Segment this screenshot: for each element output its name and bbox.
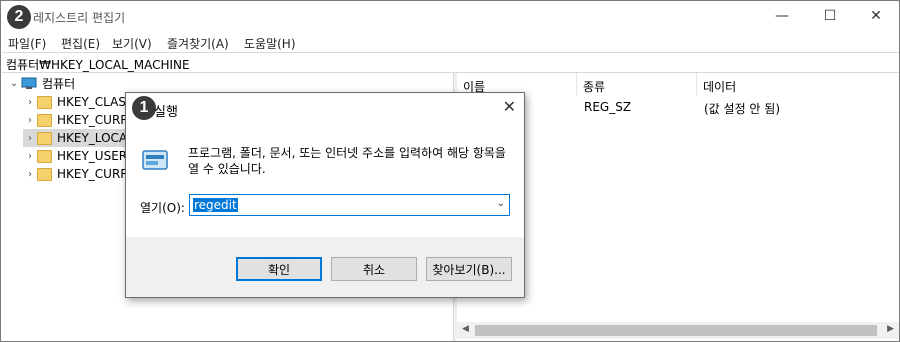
value-data[interactable]: (값 설정 안 됨) (704, 100, 780, 117)
value-type[interactable]: REG_SZ (584, 100, 631, 114)
tree-item-hkey-local-machine[interactable]: › HKEY_LOCA (23, 129, 128, 147)
folder-icon (37, 95, 52, 109)
horizontal-scrollbar[interactable]: ◀ ▶ (457, 322, 899, 339)
folder-icon (37, 149, 52, 163)
run-icon (142, 150, 168, 170)
chevron-right-icon[interactable]: › (23, 97, 37, 108)
folder-icon (37, 167, 52, 181)
dialog-title-bar[interactable]: 1 실행 ✕ (126, 93, 524, 123)
menu-file[interactable]: 파일(F) (8, 35, 46, 52)
open-combobox[interactable]: regedit ⌄ (189, 194, 510, 216)
tree-item-hkey-current-user[interactable]: › HKEY_CURR (23, 111, 129, 129)
tree-item-hkey-classes[interactable]: › HKEY_CLASS (23, 93, 134, 111)
scroll-left-icon[interactable]: ◀ (462, 324, 469, 334)
chevron-down-icon[interactable]: ⌄ (7, 78, 21, 89)
ok-button[interactable]: 확인 (236, 257, 322, 281)
open-label: 열기(O): (140, 201, 185, 215)
column-header-type[interactable]: 종류 (577, 73, 697, 95)
folder-icon (37, 131, 52, 145)
menu-favorites[interactable]: 즐겨찾기(A) (167, 35, 229, 52)
step-badge-1: 1 (132, 96, 156, 120)
open-input-value[interactable]: regedit (193, 198, 238, 212)
tree-item-label: HKEY_CLASS (57, 95, 134, 109)
maximize-button[interactable]: ☐ (807, 1, 853, 31)
address-bar[interactable]: 컴퓨터₩HKEY_LOCAL_MACHINE (2, 52, 899, 73)
close-button[interactable]: ✕ (853, 1, 899, 31)
menu-edit[interactable]: 편집(E) (61, 35, 100, 52)
chevron-right-icon[interactable]: › (23, 151, 37, 162)
browse-button[interactable]: 찾아보기(B)... (426, 257, 512, 281)
scroll-right-icon[interactable]: ▶ (887, 324, 894, 334)
dialog-message: 프로그램, 폴더, 문서, 또는 인터넷 주소를 입력하여 해당 항목을 열 수… (188, 146, 506, 176)
chevron-right-icon[interactable]: › (23, 115, 37, 126)
menu-view[interactable]: 보기(V) (112, 35, 152, 52)
scrollbar-thumb[interactable] (475, 325, 877, 336)
dialog-title: 실행 (154, 105, 178, 120)
run-dialog: 1 실행 ✕ 프로그램, 폴더, 문서, 또는 인터넷 주소를 입력하여 해당 … (125, 92, 525, 298)
column-header-data[interactable]: 데이터 (697, 73, 897, 95)
tree-item-hkey-current-config[interactable]: › HKEY_CURR (23, 165, 129, 183)
title-bar[interactable]: 2 레지스트리 편집기 — ☐ ✕ (1, 1, 899, 32)
tree-item-label: HKEY_USERS (57, 149, 135, 163)
tree-item-label: HKEY_LOCA (57, 131, 128, 145)
computer-icon (21, 77, 37, 89)
tree-item-label: HKEY_CURR (57, 113, 129, 127)
minimize-button[interactable]: — (759, 1, 805, 31)
window-title: 레지스트리 편집기 (33, 11, 126, 25)
tree-item-hkey-users[interactable]: › HKEY_USERS (23, 147, 135, 165)
menu-help[interactable]: 도움말(H) (244, 35, 296, 52)
folder-icon (37, 113, 52, 127)
cancel-button[interactable]: 취소 (331, 257, 417, 281)
dialog-close-button[interactable]: ✕ (503, 97, 516, 116)
step-badge-2: 2 (7, 5, 31, 29)
tree-item-computer[interactable]: ⌄ 컴퓨터 (7, 74, 75, 92)
chevron-right-icon[interactable]: › (23, 133, 37, 144)
menu-bar: 파일(F) 편집(E) 보기(V) 즐겨찾기(A) 도움말(H) (1, 32, 899, 52)
tree-item-label: 컴퓨터 (42, 76, 76, 91)
chevron-right-icon[interactable]: › (23, 169, 37, 180)
tree-item-label: HKEY_CURR (57, 167, 129, 181)
chevron-down-icon[interactable]: ⌄ (497, 198, 505, 209)
dialog-body: 프로그램, 폴더, 문서, 또는 인터넷 주소를 입력하여 해당 항목을 열 수… (126, 123, 524, 237)
